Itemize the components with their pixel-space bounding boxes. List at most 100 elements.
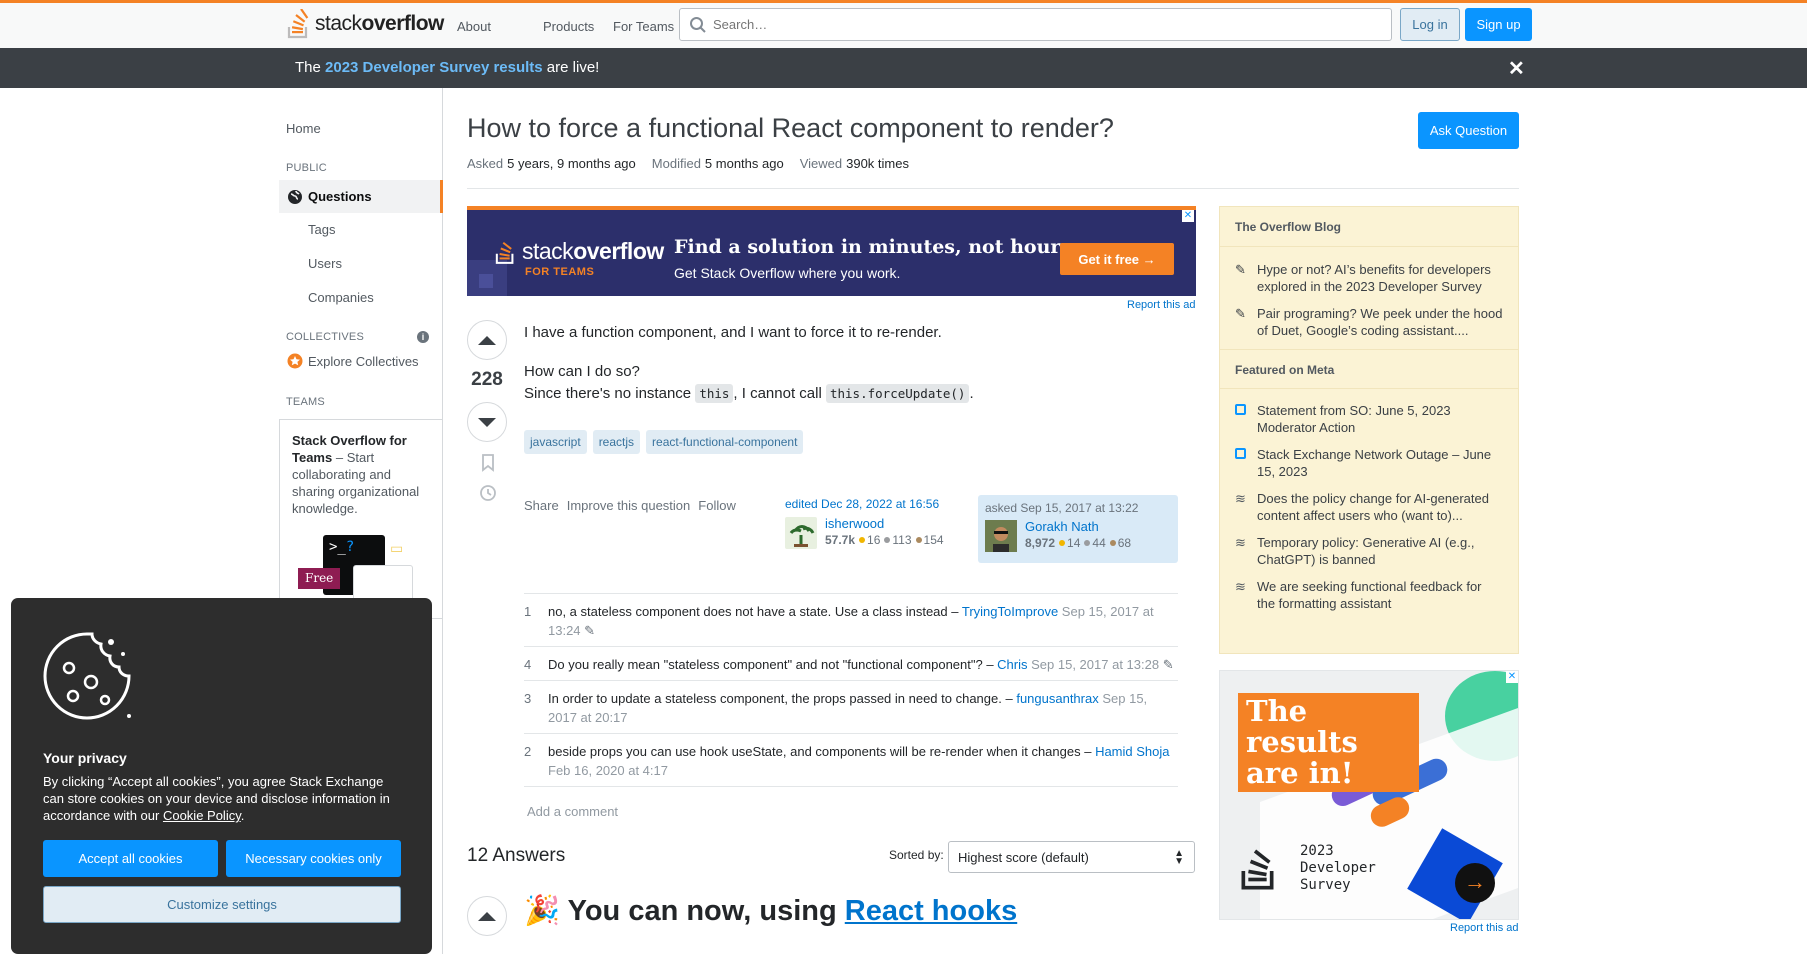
meta-item[interactable]: ≋ Temporary policy: Generative AI (e.g., …: [1220, 534, 1518, 568]
bonsai-image: [789, 525, 815, 547]
share-link[interactable]: Share: [524, 498, 559, 513]
follow-link[interactable]: Follow: [698, 498, 736, 513]
pencil-icon: ✎: [1235, 306, 1246, 321]
editor-avatar[interactable]: [785, 517, 817, 549]
ad2-close-icon[interactable]: ✕: [1506, 671, 1518, 683]
vote-count: 228: [471, 369, 503, 390]
cookie-consent-dialog: Your privacy By clicking “Accept all coo…: [11, 598, 432, 954]
body-paragraph-3: Since there's no instance this, I cannot…: [524, 384, 974, 403]
chat-bubble-icon: [1235, 446, 1257, 480]
answer-heading: 🎉 You can now, using React hooks: [524, 895, 1018, 927]
comment-body: In order to update a stateless component…: [548, 691, 1148, 725]
ad-brand: stackoverflow: [522, 238, 664, 264]
arrow-right-icon[interactable]: →: [1455, 863, 1495, 903]
cookie-policy-link[interactable]: Cookie Policy: [163, 808, 241, 823]
accept-all-cookies-button[interactable]: Accept all cookies: [43, 840, 218, 877]
ad-logo-icon: [495, 241, 514, 264]
asked-card: asked Sep 15, 2017 at 13:22 Gorakh Nath …: [978, 495, 1178, 563]
survey-ad[interactable]: The results are in! 2023 Developer Surve…: [1219, 670, 1519, 920]
edited-link[interactable]: edited Dec 28, 2022 at 16:56: [785, 497, 939, 511]
search-box: [679, 8, 1392, 41]
improve-question-link[interactable]: Improve this question: [567, 498, 691, 513]
sidebar-heading-public: PUBLIC: [286, 162, 327, 174]
search-icon: [690, 16, 706, 33]
search-input[interactable]: [713, 17, 1353, 32]
comment-score: 3: [524, 691, 532, 706]
history-icon[interactable]: [479, 484, 497, 502]
upvote-icon: [478, 335, 496, 345]
top-nav: About: [445, 13, 503, 40]
answer-upvote-button[interactable]: [467, 896, 507, 936]
asker-name[interactable]: Gorakh Nath: [1025, 519, 1131, 534]
meta-item[interactable]: Stack Exchange Network Outage – June 15,…: [1220, 446, 1518, 480]
asked-meta: Asked 5 years, 9 months ago: [467, 156, 636, 171]
blog-item[interactable]: ✎ Pair programing? We peek under the hood…: [1220, 305, 1518, 339]
sidebar-item-users[interactable]: Users: [308, 256, 342, 271]
question-tags: javascript reactjs react-functional-comp…: [524, 430, 804, 454]
stackoverflow-logo[interactable]: stackoverflow: [287, 6, 444, 42]
nav-about[interactable]: About: [445, 13, 503, 40]
sort-select[interactable]: Highest score (default) ▲ ▼: [948, 841, 1195, 873]
nav-for-teams[interactable]: For Teams: [585, 13, 686, 40]
ad-cta-button[interactable]: Get it free →: [1060, 243, 1174, 275]
sidebar-heading-teams: TEAMS: [286, 396, 325, 408]
globe-icon: [288, 190, 302, 204]
post-actions: Share Improve this question Follow: [524, 498, 736, 513]
sidebar-heading-collectives: COLLECTIVES: [286, 331, 365, 343]
comment-user[interactable]: Chris: [997, 657, 1027, 672]
sidebar-item-companies[interactable]: Companies: [308, 290, 374, 305]
meta-item[interactable]: ≋ We are seeking functional feedback for …: [1220, 578, 1518, 612]
sidebar-item-questions-label: Questions: [308, 189, 372, 204]
close-icon[interactable]: ✕: [1508, 56, 1525, 81]
signup-button[interactable]: Sign up: [1465, 8, 1532, 41]
comment-user[interactable]: Hamid Shoja: [1095, 744, 1169, 759]
comment-user[interactable]: TryingToImprove: [962, 604, 1058, 619]
meta-item[interactable]: Statement from SO: June 5, 2023 Moderato…: [1220, 402, 1518, 436]
comment-body: Do you really mean "stateless component"…: [548, 657, 1174, 672]
comment: 1 no, a stateless component does not hav…: [524, 593, 1178, 646]
tag-react-functional-component[interactable]: react-functional-component: [646, 430, 804, 454]
sidebar-item-home[interactable]: Home: [286, 121, 321, 136]
ad-close-icon[interactable]: ✕: [1182, 210, 1194, 222]
teams-ad-banner[interactable]: stackoverflow FOR TEAMS Find a solution …: [467, 206, 1196, 296]
upvote-button[interactable]: [467, 320, 507, 360]
pencil-icon: ✎: [1235, 262, 1246, 277]
sidebar-item-explore-collectives[interactable]: Explore Collectives: [308, 354, 419, 369]
asked-date: asked Sep 15, 2017 at 13:22: [985, 501, 1139, 515]
comment: 2 beside props you can use hook useState…: [524, 733, 1178, 787]
meta-heading: Featured on Meta: [1220, 349, 1518, 389]
question-title[interactable]: How to force a functional React componen…: [467, 113, 1114, 144]
meta-item[interactable]: ≋ Does the policy change for AI-generated…: [1220, 490, 1518, 524]
report-ad-link-2[interactable]: Report this ad: [1450, 922, 1518, 934]
bookmark-icon[interactable]: [481, 454, 495, 472]
asker-reputation: 8,972 14 44 68: [1025, 536, 1132, 550]
pencil-icon: ✎: [584, 623, 596, 638]
ad-headline: Find a solution in minutes, not hours.: [674, 236, 1078, 258]
blog-heading: The Overflow Blog: [1220, 207, 1518, 247]
report-ad-link[interactable]: Report this ad: [1127, 299, 1195, 311]
blog-item[interactable]: ✎ Hype or not? AI’s benefits for develope…: [1220, 261, 1518, 295]
info-icon[interactable]: i: [417, 331, 429, 343]
banner-link[interactable]: 2023 Developer Survey results: [325, 59, 543, 76]
body-paragraph-2: How can I do so?: [524, 363, 640, 380]
downvote-button[interactable]: [467, 402, 507, 442]
comment-date[interactable]: Feb 16, 2020 at 4:17: [548, 763, 668, 778]
ask-question-button[interactable]: Ask Question: [1418, 112, 1519, 149]
login-button[interactable]: Log in: [1400, 8, 1460, 41]
header-divider: [467, 188, 1519, 189]
sidebar-item-questions[interactable]: Questions: [279, 180, 443, 213]
necessary-cookies-button[interactable]: Necessary cookies only: [226, 840, 401, 877]
tag-javascript[interactable]: javascript: [524, 430, 587, 454]
question-body: I have a function component, and I want …: [524, 322, 1174, 405]
comment-date[interactable]: Sep 15, 2017 at 13:28: [1028, 657, 1159, 672]
customize-settings-button[interactable]: Customize settings: [43, 886, 401, 923]
tag-reactjs[interactable]: reactjs: [592, 430, 641, 454]
asker-avatar[interactable]: [985, 520, 1017, 552]
editor-name[interactable]: isherwood: [825, 516, 944, 531]
comment-score: 2: [524, 744, 532, 759]
add-comment-link[interactable]: Add a comment: [527, 804, 618, 819]
viewed-meta: Viewed 390k times: [799, 156, 909, 171]
comment-user[interactable]: fungusanthrax: [1016, 691, 1098, 706]
react-hooks-link[interactable]: React hooks: [845, 895, 1017, 927]
sidebar-item-tags[interactable]: Tags: [308, 222, 335, 237]
